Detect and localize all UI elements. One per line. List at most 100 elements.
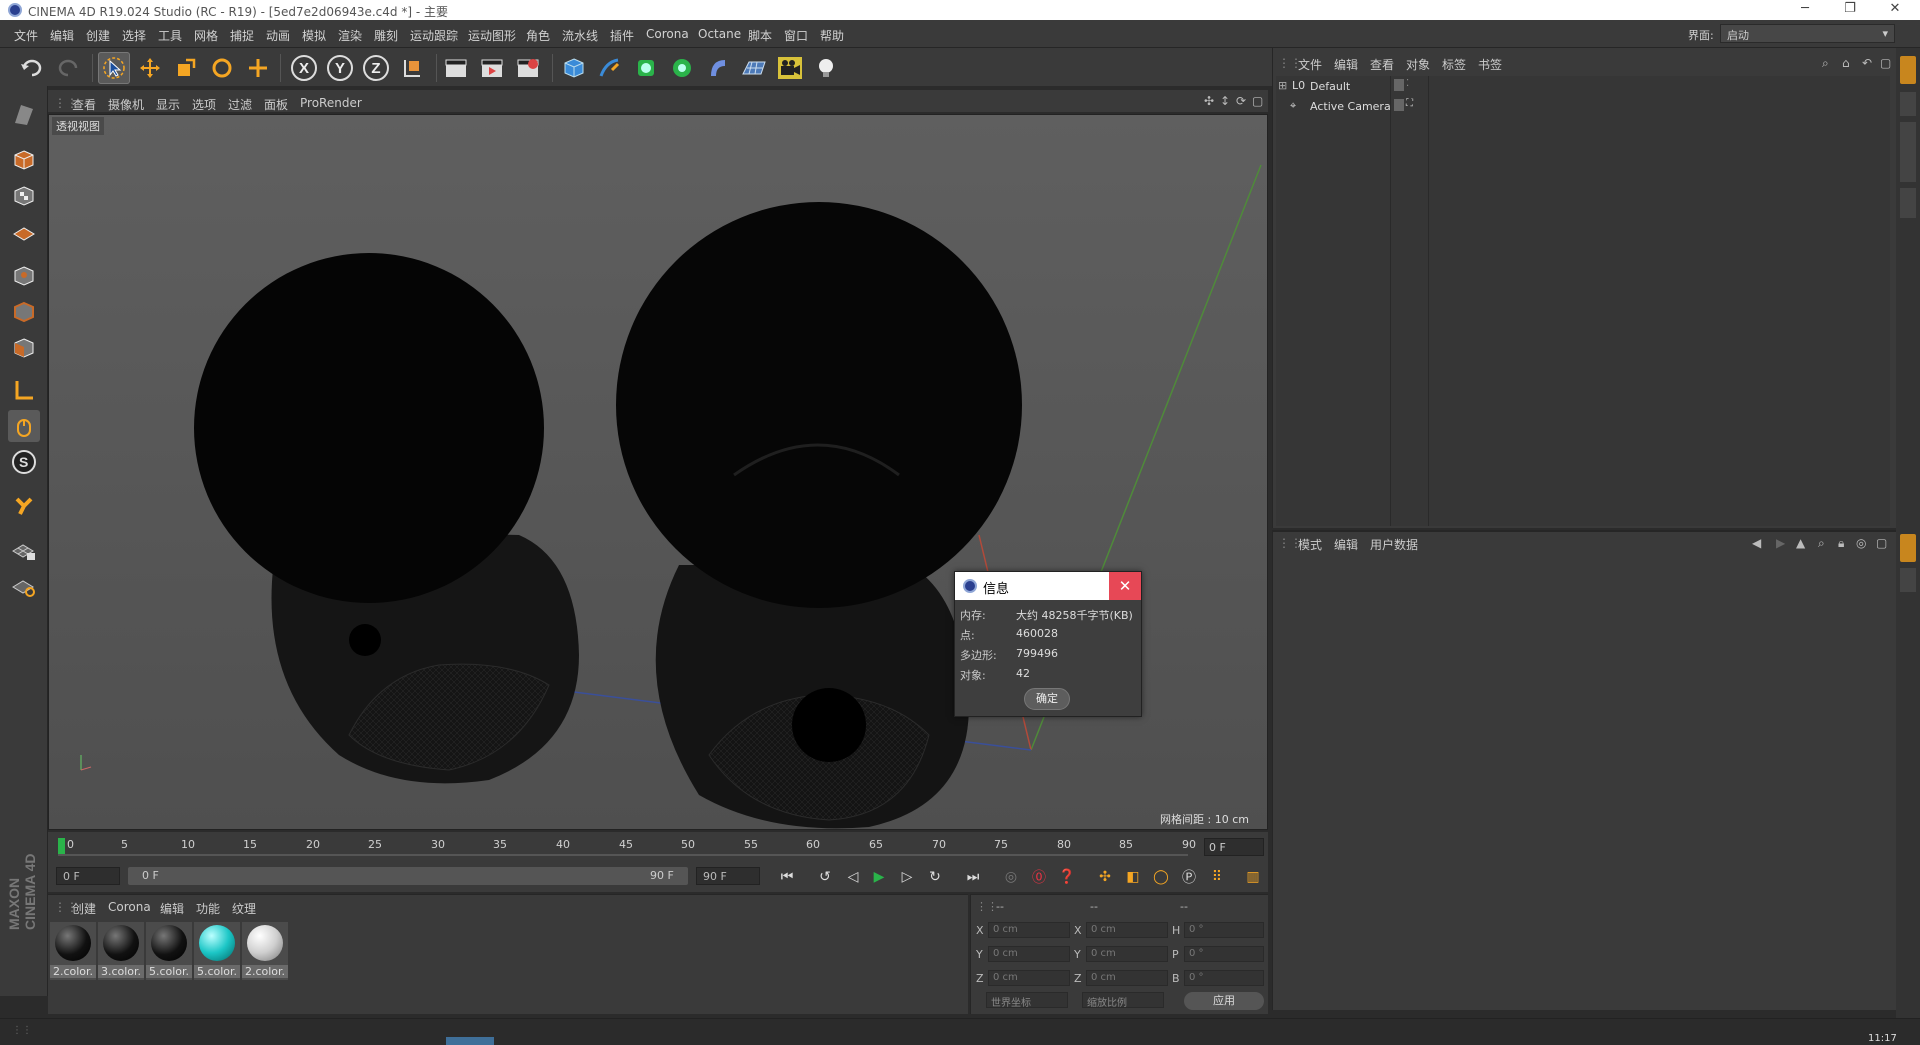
x-axis-lock[interactable]: X: [288, 52, 320, 84]
menu-tools[interactable]: 工具: [158, 27, 182, 44]
key-parameter-button[interactable]: Ⓟ: [1178, 866, 1200, 888]
redo-button[interactable]: [52, 52, 84, 84]
undo-button[interactable]: [16, 52, 48, 84]
recent-tools[interactable]: [242, 52, 274, 84]
texture-mode-button[interactable]: [8, 180, 40, 212]
menu-edit[interactable]: 编辑: [50, 27, 74, 44]
expand-icon[interactable]: ⊞: [1278, 79, 1287, 92]
render-settings-button[interactable]: [512, 52, 544, 84]
add-array-button[interactable]: [666, 52, 698, 84]
new-window-icon[interactable]: ◎: [1856, 536, 1866, 550]
content-browser-tab[interactable]: [1900, 122, 1916, 182]
viewport-menu-cameras[interactable]: 摄像机: [108, 96, 144, 113]
magnet-snap-button[interactable]: [8, 490, 40, 522]
menu-mograph[interactable]: 运动图形: [468, 27, 516, 44]
go-to-end-button[interactable]: ⏭: [962, 866, 984, 888]
key-pla-button[interactable]: ⠿: [1206, 866, 1228, 888]
size-z-field[interactable]: 0 cm: [1086, 970, 1168, 986]
attribute-menu-user-data[interactable]: 用户数据: [1370, 536, 1418, 553]
minimize-button[interactable]: ─: [1790, 1, 1820, 16]
menu-octane[interactable]: Octane: [698, 27, 741, 41]
lock-icon[interactable]: 🔒︎: [1838, 536, 1844, 551]
add-camera-button[interactable]: [774, 52, 806, 84]
size-mode-select[interactable]: 缩放比例: [1082, 992, 1164, 1009]
material-menu-edit[interactable]: 编辑: [160, 900, 184, 917]
add-deformer-button[interactable]: [702, 52, 734, 84]
viewport-menu-view[interactable]: 查看: [72, 96, 96, 113]
menu-mesh[interactable]: 网格: [194, 27, 218, 44]
key-position-button[interactable]: ✣: [1094, 866, 1116, 888]
size-x-field[interactable]: 0 cm: [1086, 922, 1168, 938]
viewport-menu-filter[interactable]: 过滤: [228, 96, 252, 113]
menu-animate[interactable]: 动画: [266, 27, 290, 44]
visibility-toggle[interactable]: [1394, 99, 1404, 111]
material-menu-corona[interactable]: Corona: [108, 900, 151, 914]
material-swatch[interactable]: 5.color.: [194, 922, 240, 980]
attribute-menu-mode[interactable]: 模式: [1298, 536, 1322, 553]
up-arrow-icon[interactable]: ▲: [1796, 536, 1805, 550]
rotate-tool[interactable]: [206, 52, 238, 84]
menu-motion-tracking[interactable]: 运动跟踪: [410, 27, 458, 44]
object-menu-bookmarks[interactable]: 书签: [1478, 56, 1502, 73]
material-swatch[interactable]: 5.color.: [146, 922, 192, 980]
object-menu-file[interactable]: 文件: [1298, 56, 1322, 73]
axis-mode-button[interactable]: [8, 374, 40, 406]
viewport-maximize-icon[interactable]: ▢: [1252, 94, 1263, 108]
pos-y-field[interactable]: 0 cm: [988, 946, 1070, 962]
dialog-title-bar[interactable]: 信息: [955, 572, 1109, 600]
menu-help[interactable]: 帮助: [820, 27, 844, 44]
add-floor-button[interactable]: [738, 52, 770, 84]
object-row-default[interactable]: ⊞ L0 Default ⁚: [1278, 78, 1878, 96]
playhead-marker[interactable]: [58, 838, 65, 854]
back-arrow-icon[interactable]: ◀: [1752, 536, 1761, 550]
timeline-ruler[interactable]: [48, 832, 1268, 860]
viewport-menu-prorender[interactable]: ProRender: [300, 96, 362, 110]
menu-character[interactable]: 角色: [526, 27, 550, 44]
attributes-tab[interactable]: [1900, 534, 1916, 562]
play-button[interactable]: ▶: [868, 866, 890, 888]
menu-render[interactable]: 渲染: [338, 27, 362, 44]
menu-file[interactable]: 文件: [14, 27, 38, 44]
scale-tool[interactable]: [170, 52, 202, 84]
material-swatch[interactable]: 2.color.: [242, 922, 288, 980]
next-key-button[interactable]: ↻: [924, 866, 946, 888]
home-icon[interactable]: ⌂: [1842, 56, 1850, 70]
key-rotation-button[interactable]: ◯: [1150, 866, 1172, 888]
material-swatch[interactable]: 3.color.: [98, 922, 144, 980]
viewport-zoom-icon[interactable]: ↕: [1220, 94, 1230, 108]
menu-snap[interactable]: 捕捉: [230, 27, 254, 44]
takes-tab[interactable]: [1900, 92, 1916, 116]
visibility-toggle[interactable]: [1394, 79, 1404, 91]
y-axis-lock[interactable]: Y: [324, 52, 356, 84]
z-axis-lock[interactable]: Z: [360, 52, 392, 84]
object-menu-edit[interactable]: 编辑: [1334, 56, 1358, 73]
attribute-menu-edit[interactable]: 编辑: [1334, 536, 1358, 553]
pos-z-field[interactable]: 0 cm: [988, 970, 1070, 986]
menu-create[interactable]: 创建: [86, 27, 110, 44]
maximize-panel-icon[interactable]: ▢: [1876, 536, 1887, 550]
viewport-move-icon[interactable]: ✣: [1204, 94, 1214, 108]
keyframe-selection-button[interactable]: ❓: [1056, 866, 1078, 888]
frame-range-slider[interactable]: 0 F 90 F: [128, 867, 688, 885]
tweak-mode-button[interactable]: [8, 410, 40, 442]
menu-window[interactable]: 窗口: [784, 27, 808, 44]
maximize-panel-icon[interactable]: ▢: [1880, 56, 1891, 70]
previous-frame-button[interactable]: ◁: [842, 866, 864, 888]
add-light-button[interactable]: [810, 52, 842, 84]
menu-sculpt[interactable]: 雕刻: [374, 27, 398, 44]
material-menu-create[interactable]: 创建: [72, 900, 96, 917]
layers-tab[interactable]: [1900, 568, 1916, 592]
object-row-active-camera[interactable]: ⌖ Active Camera ⛶: [1278, 98, 1878, 116]
next-frame-button[interactable]: ▷: [896, 866, 918, 888]
coordinate-system-button[interactable]: [396, 52, 428, 84]
camera-target-tag-icon[interactable]: ⛶: [1406, 98, 1413, 109]
rot-b-field[interactable]: 0 °: [1184, 970, 1264, 986]
object-menu-objects[interactable]: 对象: [1406, 56, 1430, 73]
perspective-viewport[interactable]: [48, 114, 1268, 830]
structure-tab[interactable]: [1900, 188, 1916, 218]
object-menu-view[interactable]: 查看: [1370, 56, 1394, 73]
previous-key-button[interactable]: ↺: [814, 866, 836, 888]
objects-tab[interactable]: [1900, 56, 1916, 84]
pos-x-field[interactable]: 0 cm: [988, 922, 1070, 938]
menu-plugins[interactable]: 插件: [610, 27, 634, 44]
